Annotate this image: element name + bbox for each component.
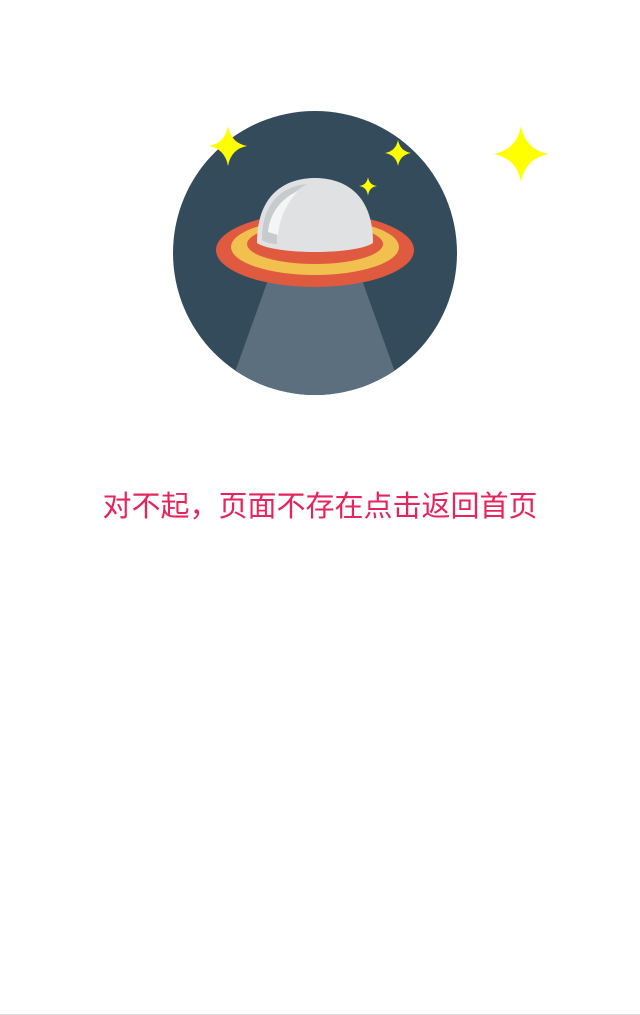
ufo-spaceship-icon	[173, 111, 548, 395]
ufo-illustration	[160, 100, 560, 410]
back-to-home-link[interactable]: 对不起，页面不存在点击返回首页	[0, 482, 640, 530]
error-page: 对不起，页面不存在点击返回首页	[0, 0, 640, 1015]
star-icon	[494, 126, 548, 182]
